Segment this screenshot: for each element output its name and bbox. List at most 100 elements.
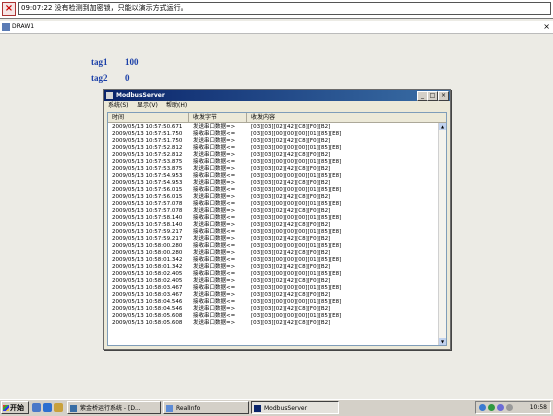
taskbar: 开始 紫金桥运行系统 - [D... RealInfo ModbusServer… — [0, 399, 553, 416]
list-header: 时间 收发字节 收发内容 — [108, 113, 446, 123]
menu-system[interactable]: 系统(S) — [108, 102, 129, 110]
row-content: [03][03][00][00][00][01][85][E8] — [251, 201, 342, 207]
table-row[interactable]: 2009/05/13 10:58:01.342 发送串口数据=> [03][03][… — [108, 264, 438, 271]
table-row[interactable]: 2009/05/13 10:58:04.546 接收串口数据<= [03][03][… — [108, 299, 438, 306]
table-row[interactable]: 2009/05/13 10:58:02.405 发送串口数据=> [03][03][… — [108, 278, 438, 285]
row-time: 2009/05/13 10:58:05.608 — [112, 320, 183, 326]
scroll-down-arrow-icon[interactable]: ▼ — [439, 338, 446, 345]
message-log-list[interactable]: 时间 收发字节 收发内容 2009/05/13 10:57:50.671 发送串口… — [107, 112, 447, 346]
row-direction: 发送串口数据=> — [193, 166, 236, 172]
table-row[interactable]: 2009/05/13 10:57:57.078 发送串口数据=> [03][03][… — [108, 208, 438, 215]
explorer-icon[interactable] — [54, 403, 63, 412]
row-content: [03][03][02][42][C8][F0][B2] — [251, 180, 331, 186]
row-content: [03][03][02][42][C8][F0][B2] — [251, 250, 331, 256]
close-icon[interactable]: × — [2, 2, 16, 16]
column-divider[interactable] — [246, 113, 247, 122]
column-header-time[interactable]: 时间 — [112, 113, 124, 122]
table-row[interactable]: 2009/05/13 10:57:54.953 发送串口数据=> [03][03][… — [108, 180, 438, 187]
modbus-app-icon — [106, 92, 113, 99]
table-row[interactable]: 2009/05/13 10:57:58.140 接收串口数据<= [03][03][… — [108, 215, 438, 222]
table-row[interactable]: 2009/05/13 10:57:56.015 接收串口数据<= [03][03][… — [108, 187, 438, 194]
row-time: 2009/05/13 10:58:04.546 — [112, 306, 183, 312]
table-row[interactable]: 2009/05/13 10:57:52.812 接收串口数据<= [03][03][… — [108, 145, 438, 152]
realinfo-icon — [166, 405, 173, 412]
row-direction: 接收串口数据<= — [193, 173, 236, 179]
column-header-bytes[interactable]: 收发字节 — [193, 113, 217, 122]
row-direction: 接收串口数据<= — [193, 243, 236, 249]
network-icon[interactable] — [479, 404, 486, 411]
table-row[interactable]: 2009/05/13 10:57:50.671 发送串口数据=> [03][03][… — [108, 124, 438, 131]
table-row[interactable]: 2009/05/13 10:57:51.750 发送串口数据=> [03][03][… — [108, 138, 438, 145]
table-row[interactable]: 2009/05/13 10:58:00.280 发送串口数据=> [03][03][… — [108, 250, 438, 257]
row-direction: 接收串口数据<= — [193, 159, 236, 165]
menu-help[interactable]: 帮助(H) — [166, 102, 187, 110]
volume-icon[interactable] — [506, 404, 513, 411]
table-row[interactable]: 2009/05/13 10:58:04.546 发送串口数据=> [03][03][… — [108, 306, 438, 313]
main-window-caption: DRAW1 × — [0, 21, 553, 34]
show-desktop-icon[interactable] — [32, 403, 41, 412]
taskbar-button-label: 紫金桥运行系统 - [D... — [80, 405, 141, 412]
row-time: 2009/05/13 10:58:05.608 — [112, 313, 183, 319]
table-row[interactable]: 2009/05/13 10:57:51.750 接收串口数据<= [03][03][… — [108, 131, 438, 138]
table-row[interactable]: 2009/05/13 10:58:05.608 发送串口数据=> [03][03][… — [108, 320, 438, 327]
table-row[interactable]: 2009/05/13 10:57:56.015 发送串口数据=> [03][03][… — [108, 194, 438, 201]
tag2-value: 0 — [125, 73, 130, 83]
taskbar-button-realinfo[interactable]: RealInfo — [163, 401, 249, 414]
table-row[interactable]: 2009/05/13 10:57:53.875 接收串口数据<= [03][03][… — [108, 159, 438, 166]
row-content: [03][03][00][00][00][01][85][E8] — [251, 229, 342, 235]
tag1-value: 100 — [125, 57, 139, 67]
table-row[interactable]: 2009/05/13 10:58:02.405 接收串口数据<= [03][03][… — [108, 271, 438, 278]
column-header-content[interactable]: 收发内容 — [251, 113, 275, 122]
row-direction: 发送串口数据=> — [193, 124, 236, 130]
browser-icon[interactable] — [43, 403, 52, 412]
input-method-icon[interactable] — [497, 404, 504, 411]
table-row[interactable]: 2009/05/13 10:57:58.140 发送串口数据=> [03][03][… — [108, 222, 438, 229]
security-icon[interactable] — [488, 404, 495, 411]
row-time: 2009/05/13 10:57:52.812 — [112, 152, 183, 158]
table-row[interactable]: 2009/05/13 10:57:54.953 接收串口数据<= [03][03][… — [108, 173, 438, 180]
row-direction: 发送串口数据=> — [193, 278, 236, 284]
close-button[interactable]: × — [438, 91, 449, 101]
row-direction: 接收串口数据<= — [193, 299, 236, 305]
table-row[interactable]: 2009/05/13 10:57:52.812 发送串口数据=> [03][03][… — [108, 152, 438, 159]
table-row[interactable]: 2009/05/13 10:58:01.342 接收串口数据<= [03][03][… — [108, 257, 438, 264]
windows-logo-icon — [3, 405, 9, 411]
table-row[interactable]: 2009/05/13 10:58:03.467 发送串口数据=> [03][03][… — [108, 292, 438, 299]
vertical-scrollbar[interactable]: ▲ ▼ — [438, 123, 446, 345]
maximize-button[interactable]: □ — [427, 91, 438, 101]
table-row[interactable]: 2009/05/13 10:57:57.078 接收串口数据<= [03][03][… — [108, 201, 438, 208]
column-divider[interactable] — [188, 113, 189, 122]
row-time: 2009/05/13 10:58:02.405 — [112, 271, 183, 277]
row-time: 2009/05/13 10:58:01.342 — [112, 264, 183, 270]
row-content: [03][03][00][00][00][01][85][E8] — [251, 271, 342, 277]
row-content: [03][03][02][42][C8][F0][B2] — [251, 124, 331, 130]
row-direction: 接收串口数据<= — [193, 313, 236, 319]
taskbar-button-runtime[interactable]: 紫金桥运行系统 - [D... — [67, 401, 161, 414]
row-direction: 发送串口数据=> — [193, 306, 236, 312]
tag1-label: tag1 — [91, 57, 108, 67]
row-content: [03][03][02][42][C8][F0][B2] — [251, 194, 331, 200]
table-row[interactable]: 2009/05/13 10:58:05.608 接收串口数据<= [03][03][… — [108, 313, 438, 320]
table-row[interactable]: 2009/05/13 10:58:00.280 接收串口数据<= [03][03][… — [108, 243, 438, 250]
row-time: 2009/05/13 10:57:57.078 — [112, 208, 183, 214]
row-time: 2009/05/13 10:57:51.750 — [112, 131, 183, 137]
row-direction: 发送串口数据=> — [193, 320, 236, 326]
table-row[interactable]: 2009/05/13 10:57:53.875 发送串口数据=> [03][03][… — [108, 166, 438, 173]
menu-view[interactable]: 显示(V) — [137, 102, 158, 110]
taskbar-button-modbusserver[interactable]: ModbusServer — [251, 401, 339, 414]
row-content: [03][03][00][00][00][01][85][E8] — [251, 131, 342, 137]
taskbar-button-label: ModbusServer — [264, 405, 308, 412]
main-window-title: DRAW1 — [12, 23, 35, 30]
table-row[interactable]: 2009/05/13 10:57:59.217 发送串口数据=> [03][03][… — [108, 236, 438, 243]
table-row[interactable]: 2009/05/13 10:58:03.467 接收串口数据<= [03][03][… — [108, 285, 438, 292]
row-content: [03][03][00][00][00][01][85][E8] — [251, 299, 342, 305]
table-row[interactable]: 2009/05/13 10:57:59.217 接收串口数据<= [03][03][… — [108, 229, 438, 236]
modbus-title-bar[interactable]: ModbusServer _ □ × — [104, 90, 450, 101]
start-button[interactable]: 开始 — [1, 401, 29, 414]
row-direction: 发送串口数据=> — [193, 194, 236, 200]
modbus-server-window: ModbusServer _ □ × 系统(S) 显示(V) 帮助(H) 时间 … — [103, 89, 451, 350]
main-close-button[interactable]: × — [543, 22, 550, 32]
runtime-icon — [70, 405, 77, 412]
scroll-up-arrow-icon[interactable]: ▲ — [439, 123, 446, 130]
row-direction: 发送串口数据=> — [193, 208, 236, 214]
